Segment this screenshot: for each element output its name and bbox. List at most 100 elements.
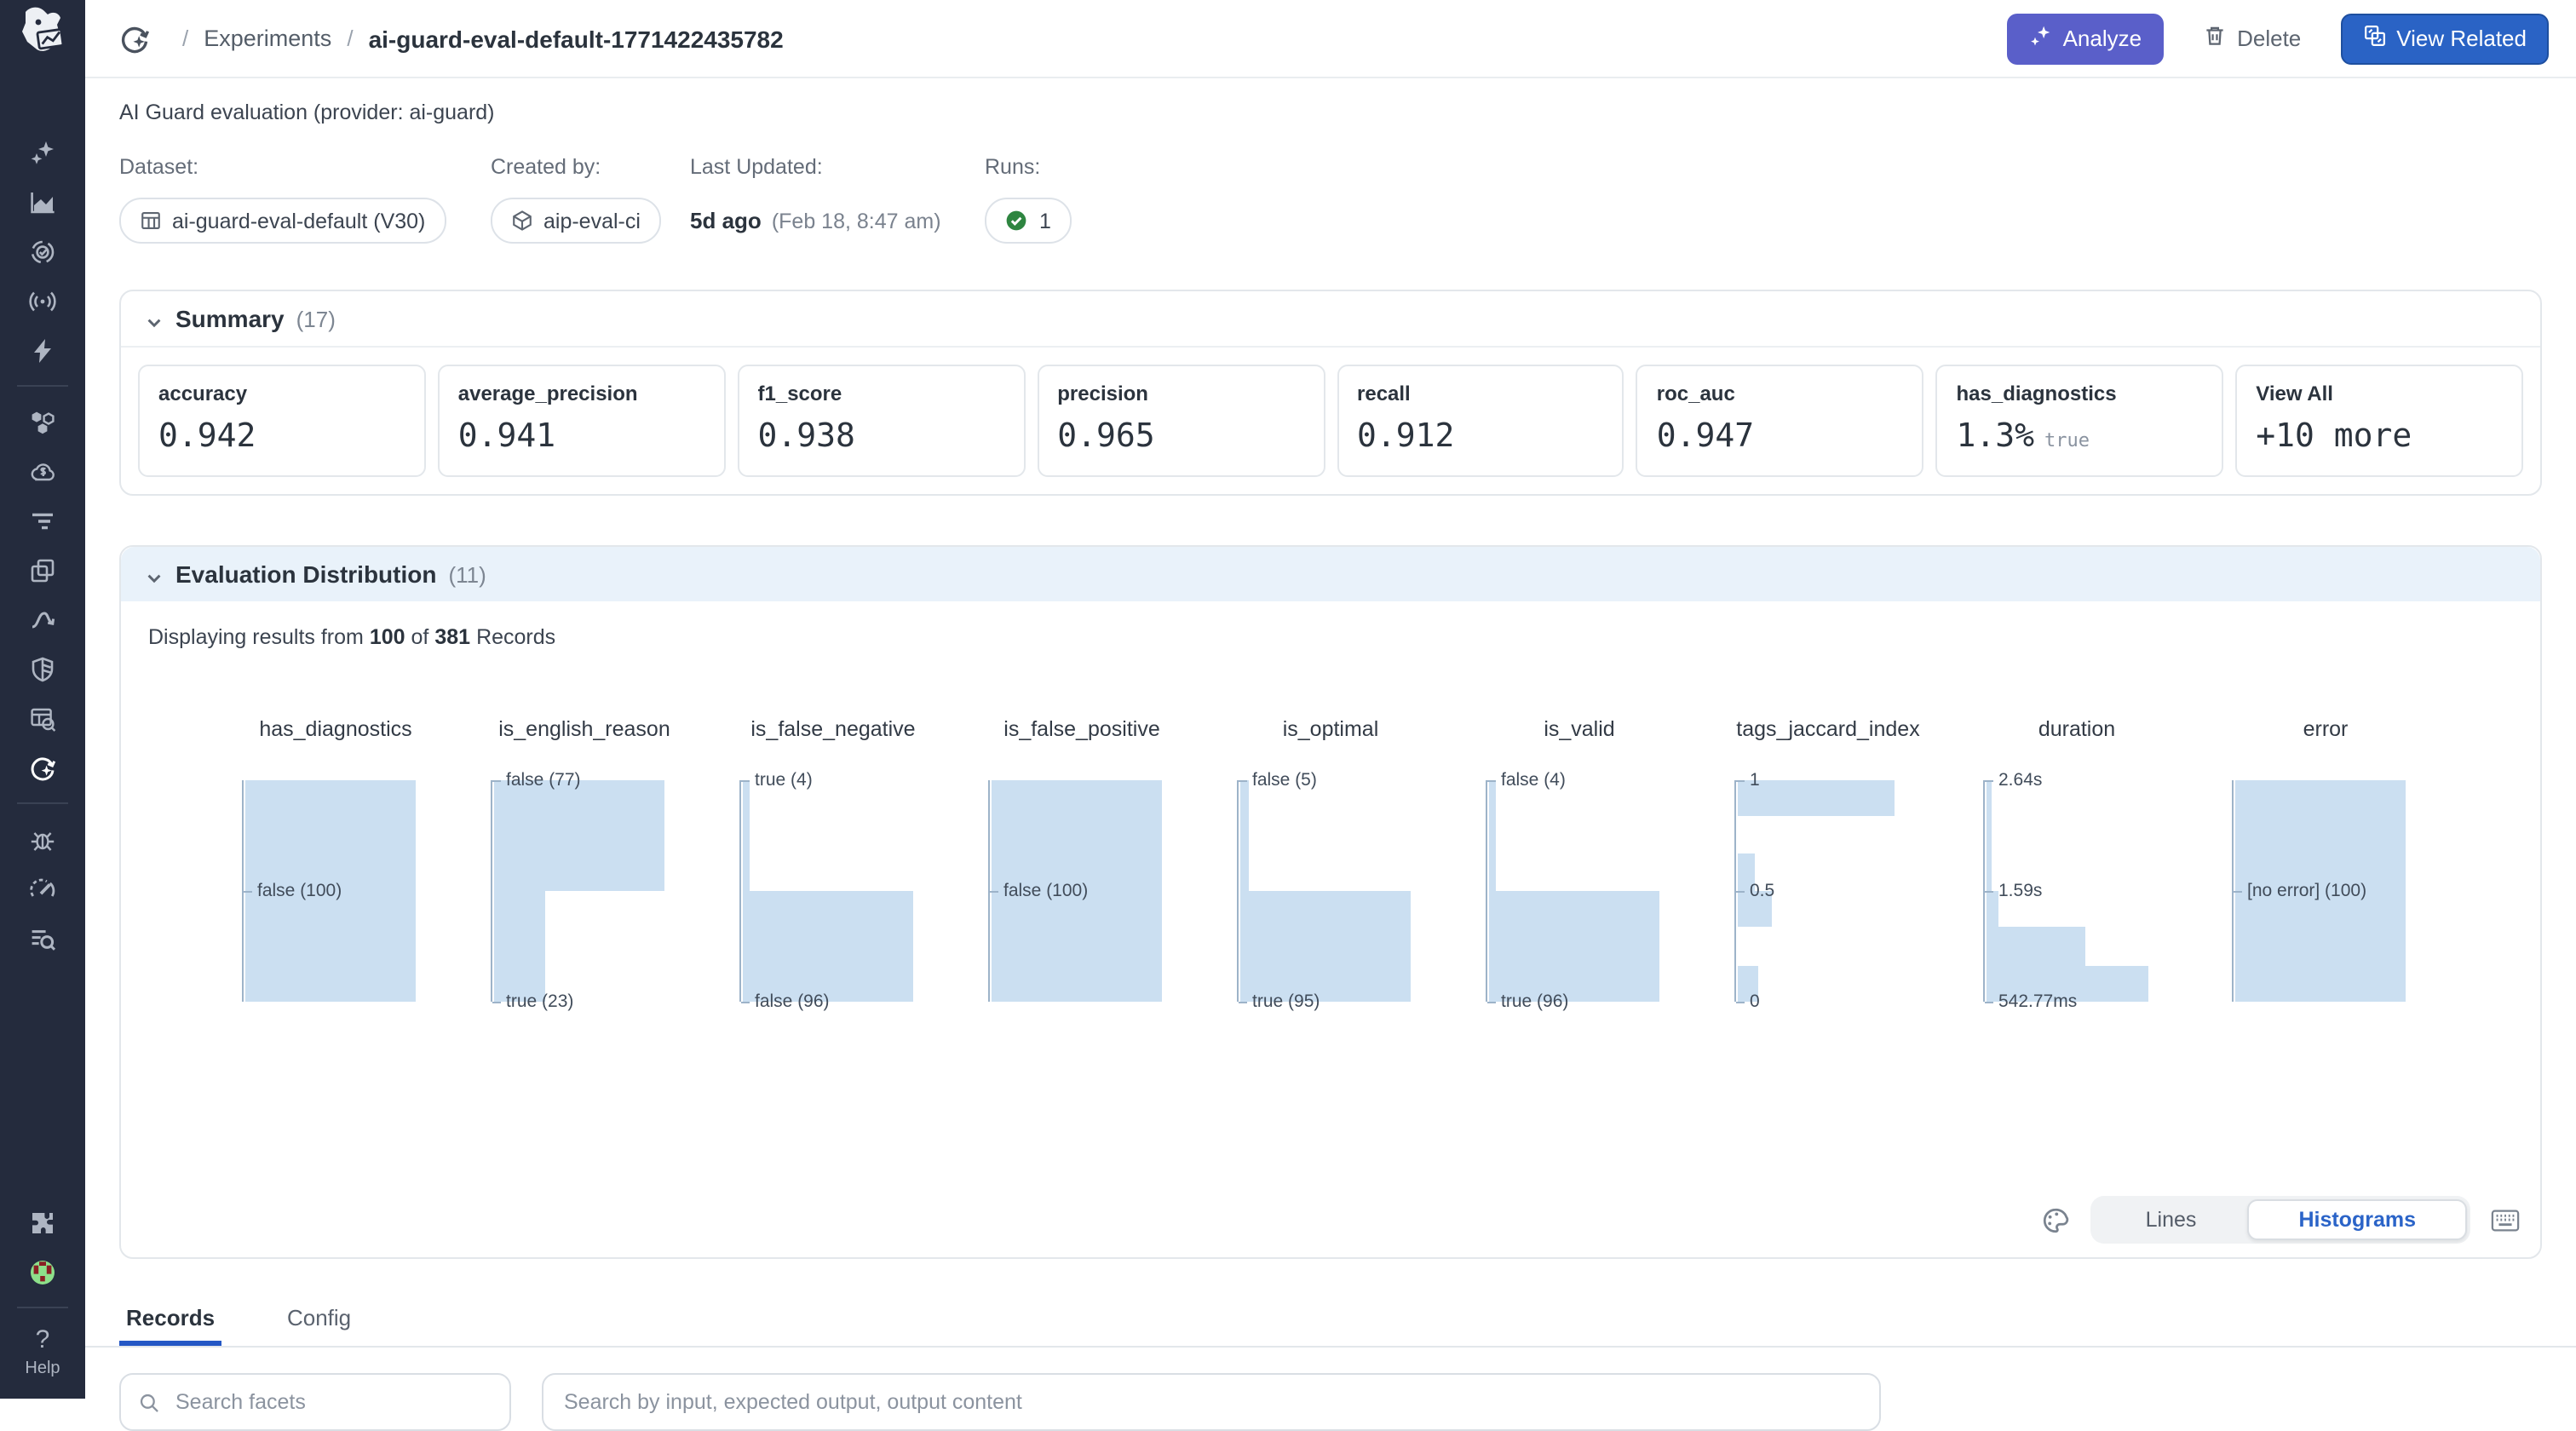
sidebar-item-powerpacks[interactable]	[0, 325, 85, 375]
page-title: ai-guard-eval-default-1771422435782	[369, 25, 784, 52]
sidebar-item-metrics[interactable]	[0, 177, 85, 227]
histogram-label: true (23)	[492, 991, 573, 1012]
dataset-pill[interactable]: ai-guard-eval-default (V30)	[119, 198, 446, 244]
histogram-label: false (96)	[741, 991, 830, 1012]
view-all-card[interactable]: View All+10 more	[2235, 365, 2523, 477]
avatar-icon	[29, 1258, 56, 1285]
sidebar-item-monitoring-radar[interactable]	[0, 276, 85, 325]
breadcrumb-separator: /	[182, 26, 188, 51]
histogram-title: tags_jaccard_index	[1704, 717, 1952, 744]
summary-count: (17)	[296, 306, 336, 331]
sidebar-item-cloud-cost[interactable]	[0, 446, 85, 496]
axis-tick	[492, 1001, 501, 1003]
llmobs-icon	[29, 754, 56, 781]
summary-section-header[interactable]: Summary (17)	[121, 291, 2540, 348]
histogram-title: error	[2201, 717, 2450, 744]
histogram-bar-false	[1489, 780, 1496, 891]
app-window: ?Help / Experiments / ai-guard-eval-defa…	[0, 0, 2576, 1399]
palette-icon[interactable]	[2042, 1205, 2071, 1234]
axis-tick	[1736, 890, 1745, 892]
breadcrumb-separator: /	[347, 26, 353, 51]
sidebar-item-security[interactable]	[0, 644, 85, 693]
sidebar-item-log-explorer[interactable]	[0, 913, 85, 963]
tab-records[interactable]: Records	[119, 1295, 221, 1346]
keyboard-icon[interactable]	[2491, 1205, 2520, 1234]
sidebar-item-error-tracking[interactable]	[0, 814, 85, 864]
runs-field: Runs: 1	[985, 155, 1072, 242]
radar-icon	[29, 287, 56, 314]
search-facets-input[interactable]	[172, 1388, 492, 1416]
evaluation-count: (11)	[448, 561, 486, 587]
sidebar-item-apm-traces[interactable]	[0, 496, 85, 545]
sidebar-item-integrations[interactable]	[0, 1198, 85, 1247]
histogram-is_valid: is_validfalse (4)true (96)	[1455, 717, 1704, 1002]
funnel-icon	[29, 507, 56, 534]
axis-tick	[492, 779, 501, 781]
toggle-lines[interactable]: Lines	[2095, 1199, 2248, 1240]
sparkle-icon	[2029, 24, 2053, 53]
hexes-icon	[29, 408, 56, 435]
view-related-icon	[2362, 24, 2386, 53]
dataset-field: Dataset: ai-guard-eval-default (V30)	[119, 155, 446, 242]
histogram-title: is_false_negative	[709, 717, 957, 744]
view-related-button[interactable]: View Related	[2340, 13, 2549, 64]
created-by-field: Created by: aip-eval-ci	[491, 155, 661, 242]
delete-button[interactable]: Delete	[2181, 13, 2323, 64]
histogram-label: 1	[1736, 770, 1760, 790]
analyze-button-label: Analyze	[2063, 26, 2142, 51]
sidebar-item-service-windows[interactable]	[0, 545, 85, 595]
axis-tick	[1736, 1001, 1745, 1003]
sidebar-item-performance-gauge[interactable]	[0, 864, 85, 913]
histogram-plot: [no error] (100)	[2232, 780, 2441, 1002]
sidebar-item-data-search[interactable]	[0, 693, 85, 743]
bottom-tabs: Records Config	[119, 1295, 2576, 1346]
card-value: 0.942	[158, 417, 405, 455]
histogram-title: is_valid	[1455, 717, 1704, 744]
sidebar-item-help[interactable]: ?Help	[0, 1319, 85, 1385]
trash-icon	[2203, 24, 2227, 53]
created-by-pill[interactable]: aip-eval-ci	[491, 198, 661, 244]
last-updated-relative: 5d ago	[690, 208, 762, 233]
histogram-title: has_diagnostics	[211, 717, 460, 744]
card-label: accuracy	[158, 382, 405, 405]
histogram-plot: false (4)true (96)	[1486, 780, 1695, 1002]
card-label: precision	[1057, 382, 1304, 405]
sidebar-item-user-avatar[interactable]	[0, 1247, 85, 1296]
cube-icon	[511, 210, 533, 232]
datadog-logo[interactable]	[15, 5, 70, 60]
axis-tick	[1487, 1001, 1496, 1003]
histogram-plot: 2.64s1.59s542.77ms	[1983, 780, 2193, 1002]
histogram-plot: false (100)	[242, 780, 451, 1002]
histogram-is_optimal: is_optimalfalse (5)true (95)	[1206, 717, 1455, 1002]
breadcrumb-experiments-link[interactable]: Experiments	[204, 26, 331, 51]
tablesearch-icon	[29, 704, 56, 732]
analyze-button[interactable]: Analyze	[2007, 13, 2165, 64]
shield-icon	[29, 655, 56, 682]
summary-card-precision: precision0.965	[1037, 365, 1325, 477]
histogram-plot: true (4)false (96)	[739, 780, 949, 1002]
tab-config[interactable]: Config	[280, 1295, 358, 1346]
histogram-bar-true	[743, 780, 750, 891]
evaluation-section-header[interactable]: Evaluation Distribution (11)	[121, 547, 2540, 601]
toggle-histograms[interactable]: Histograms	[2247, 1199, 2467, 1240]
histogram-label: 0	[1736, 991, 1760, 1012]
summary-title: Summary	[175, 305, 285, 332]
bug-icon	[29, 825, 56, 853]
sidebar-item-infrastructure[interactable]	[0, 397, 85, 446]
runs-pill[interactable]: 1	[985, 198, 1072, 244]
sidebar-item-pipelines[interactable]	[0, 595, 85, 644]
sidebar-item-llm-observability[interactable]	[0, 743, 85, 792]
dataset-label: Dataset:	[119, 155, 446, 179]
sidebar-divider	[17, 1307, 68, 1308]
histogram-label: false (4)	[1487, 770, 1566, 790]
meta-fields: Dataset: ai-guard-eval-default (V30) Cre…	[119, 155, 2542, 264]
axis-tick	[741, 1001, 750, 1003]
search-records-input[interactable]	[561, 1388, 1862, 1416]
card-value-suffix: true	[2044, 429, 2090, 451]
logsearch-icon	[29, 924, 56, 951]
histogram-title: is_optimal	[1206, 717, 1455, 744]
sidebar-item-ai-sparkles[interactable]	[0, 128, 85, 177]
sidebar-item-watchdog[interactable]	[0, 227, 85, 276]
summary-card-recall: recall0.912	[1337, 365, 1624, 477]
histogram-bar-true	[494, 891, 545, 1002]
